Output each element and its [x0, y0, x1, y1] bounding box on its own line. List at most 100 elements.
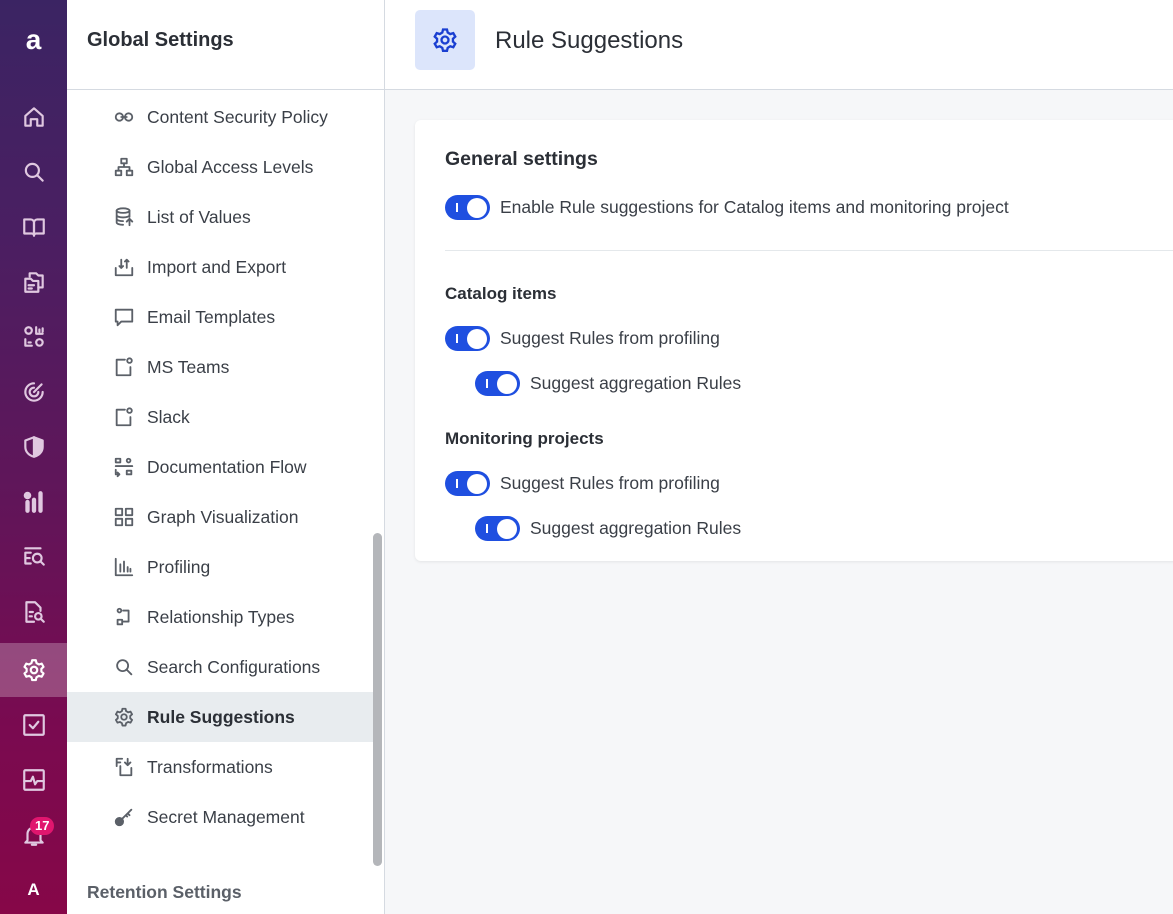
key-icon: [114, 808, 133, 827]
toggle-row-enable-rule-suggestions: Enable Rule suggestions for Catalog item…: [445, 195, 1009, 220]
nav-item-list-of-values[interactable]: List of Values: [67, 192, 373, 242]
catalog-items-title: Catalog items: [445, 284, 557, 303]
link-icon: [114, 112, 134, 122]
nav-item-graph-visualization[interactable]: Graph Visualization: [67, 492, 373, 542]
toggle-label: Enable Rule suggestions for Catalog item…: [500, 197, 1009, 217]
toggle-label: Suggest Rules from profiling: [500, 473, 720, 493]
nav-item-label: Relationship Types: [147, 606, 295, 627]
bar-chart-icon: [114, 557, 134, 577]
nav-item-ms-teams[interactable]: MS Teams: [67, 342, 373, 392]
nav-item-slack[interactable]: Slack: [67, 392, 373, 442]
query-icon: [23, 547, 45, 566]
import-export-icon: [114, 258, 134, 277]
rail-settings[interactable]: [0, 643, 67, 697]
rail-tasks[interactable]: [0, 698, 67, 752]
user-avatar[interactable]: A: [0, 880, 67, 900]
transform-icon: [115, 757, 133, 777]
rail-catalog[interactable]: [0, 255, 67, 309]
bar-chart-icon: [23, 491, 43, 513]
rail-monitoring[interactable]: [0, 365, 67, 419]
nav-item-documentation-flow[interactable]: Documentation Flow: [67, 442, 373, 492]
nav-item-label: List of Values: [147, 206, 251, 227]
gear-icon: [22, 659, 45, 682]
nav-item-label: MS Teams: [147, 356, 230, 377]
nav-item-transformations[interactable]: Transformations: [67, 742, 373, 792]
flow-icon: [114, 457, 134, 478]
pulse-icon: [22, 769, 45, 791]
nav-item-label: Transformations: [147, 756, 273, 777]
toggle-label: Suggest aggregation Rules: [530, 518, 742, 538]
nav-title: Global Settings: [67, 0, 384, 90]
toggle-label: Suggest aggregation Rules: [530, 373, 742, 393]
search-icon: [24, 162, 44, 182]
home-icon: [23, 107, 44, 127]
toggle-row-catalog-profiling: Suggest Rules from profiling: [445, 326, 720, 351]
nav-item-import-and-export[interactable]: Import and Export: [67, 242, 373, 292]
database-upload-icon: [115, 207, 134, 227]
nav-item-rule-suggestions[interactable]: Rule Suggestions: [67, 692, 373, 742]
rail-query[interactable]: [0, 530, 67, 584]
rail-activity[interactable]: [0, 753, 67, 807]
page-icon-tile: [415, 10, 475, 70]
general-settings-title: General settings: [445, 148, 598, 170]
search-icon: [116, 659, 133, 676]
nav-item-label: Import and Export: [147, 256, 287, 277]
nav-item-label: Rule Suggestions: [147, 706, 295, 727]
nav-item-email-templates[interactable]: Email Templates: [67, 292, 373, 342]
nav-item-secret-management[interactable]: Secret Management: [67, 792, 373, 842]
rail-notifications[interactable]: [0, 808, 67, 862]
shield-icon: [23, 436, 44, 458]
nav-item-label: Email Templates: [147, 306, 276, 327]
nav-list: Content Security Policy Global Access Le…: [67, 92, 373, 842]
rail-reports[interactable]: [0, 475, 67, 529]
target-icon: [23, 382, 44, 402]
shapes-icon: [23, 326, 44, 347]
grid-icon: [114, 507, 134, 527]
nav-item-profiling[interactable]: Profiling: [67, 542, 373, 592]
relationship-icon: [116, 607, 130, 626]
rail-data-quality[interactable]: [0, 310, 67, 364]
nav-item-search-configurations[interactable]: Search Configurations: [67, 642, 373, 692]
nav-item-label: Global Access Levels: [147, 156, 314, 177]
nav-item-content-security-policy[interactable]: Content Security Policy: [67, 92, 373, 142]
nav-item-label: Graph Visualization: [147, 506, 299, 527]
monitoring-suggest-from-profiling-toggle[interactable]: [445, 471, 490, 496]
nav-item-label: Documentation Flow: [147, 456, 307, 477]
nav-item-relationship-types[interactable]: Relationship Types: [67, 592, 373, 642]
nav-item-label: Search Configurations: [147, 656, 321, 677]
rail-document-search[interactable]: [0, 585, 67, 639]
settings-card: General settings Enable Rule suggestions…: [415, 120, 1173, 561]
checkbox-icon: [22, 714, 45, 736]
document-search-icon: [24, 601, 45, 623]
toggle-label: Suggest Rules from profiling: [500, 328, 720, 348]
catalog-suggest-aggregation-toggle[interactable]: [475, 371, 520, 396]
toggle-row-monitoring-aggregation: Suggest aggregation Rules: [475, 516, 741, 541]
nav-item-label: Secret Management: [147, 806, 305, 827]
nav-item-global-access-levels[interactable]: Global Access Levels: [67, 142, 373, 192]
nav-item-label: Profiling: [147, 556, 211, 577]
rail-security[interactable]: [0, 420, 67, 474]
hierarchy-icon: [114, 157, 134, 177]
monitoring-projects-title: Monitoring projects: [445, 429, 604, 448]
rail-glossary[interactable]: [0, 200, 67, 254]
nav-item-label: Slack: [147, 406, 190, 427]
nav-item-label: Content Security Policy: [147, 106, 328, 127]
rail-home[interactable]: [0, 90, 67, 144]
gear-icon: [433, 28, 457, 53]
nav-scrollbar[interactable]: [373, 533, 382, 866]
toggle-row-monitoring-profiling: Suggest Rules from profiling: [445, 471, 720, 496]
rail-search[interactable]: [0, 145, 67, 199]
page-title: Rule Suggestions: [495, 27, 684, 54]
page-header: Rule Suggestions: [385, 0, 1173, 90]
app-notification-icon: [115, 407, 133, 427]
enable-rule-suggestions-toggle[interactable]: [445, 195, 490, 220]
monitoring-suggest-aggregation-toggle[interactable]: [475, 516, 520, 541]
catalog-suggest-from-profiling-toggle[interactable]: [445, 326, 490, 351]
folders-icon: [23, 272, 44, 293]
gear-icon: [115, 707, 133, 727]
notification-badge: 17: [30, 817, 55, 835]
chat-bubble-icon: [114, 308, 134, 327]
app-notification-icon: [115, 357, 133, 377]
nav-section-retention-settings[interactable]: Retention Settings: [87, 882, 242, 903]
app-logo[interactable]: a: [0, 26, 67, 54]
